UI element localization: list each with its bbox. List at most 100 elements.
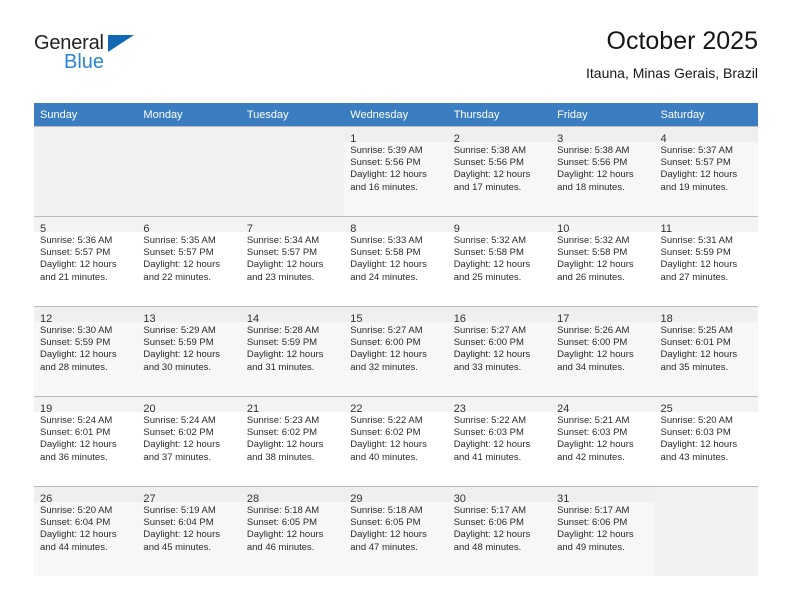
day-number: 18 [660,313,673,325]
calendar-day-cell[interactable]: 21 Sunrise: 5:23 AM Sunset: 6:02 PM Dayligh… [240,396,345,486]
sunrise-time: Sunrise: 5:38 AM [557,145,630,156]
calendar-day-cell[interactable]: 16 Sunrise: 5:27 AM Sunset: 6:00 PM Dayligh… [447,306,552,396]
day-details: Sunrise: 5:34 AM Sunset: 5:57 PM Daylight:… [240,232,345,306]
day-details: Sunrise: 5:24 AM Sunset: 6:02 PM Daylight:… [137,412,241,486]
day-number-bar: 5 [34,217,138,235]
daylight-duration-line1: Daylight: 12 hours [557,259,634,271]
daylight-duration-line2: and 27 minutes. [660,271,729,283]
day-details: Sunrise: 5:32 AM Sunset: 5:58 PM Daylight:… [447,232,552,306]
calendar-day-cell[interactable]: 9 Sunrise: 5:32 AM Sunset: 5:58 PM Daylight… [447,216,552,306]
day-number-bar [240,127,345,142]
sunset-time: Sunset: 5:57 PM [660,157,731,169]
day-number: 27 [143,493,156,505]
calendar-day-cell[interactable]: 2 Sunrise: 5:38 AM Sunset: 5:56 PM Daylight… [447,126,552,216]
calendar-week-row: 26 Sunrise: 5:20 AM Sunset: 6:04 PM Dayligh… [34,486,758,576]
daylight-duration-line1: Daylight: 12 hours [143,349,220,361]
calendar-week-row: 12 Sunrise: 5:30 AM Sunset: 5:59 PM Dayligh… [34,306,758,396]
calendar-day-cell[interactable]: 5 Sunrise: 5:36 AM Sunset: 5:57 PM Daylight… [34,216,138,306]
calendar-day-cell[interactable]: 12 Sunrise: 5:30 AM Sunset: 5:59 PM Dayligh… [34,306,138,396]
calendar-day-cell[interactable]: 18 Sunrise: 5:25 AM Sunset: 6:01 PM Dayligh… [654,306,758,396]
calendar-day-cell[interactable]: 15 Sunrise: 5:27 AM Sunset: 6:00 PM Dayligh… [344,306,448,396]
calendar-day-cell[interactable]: 23 Sunrise: 5:22 AM Sunset: 6:03 PM Dayligh… [447,396,552,486]
calendar-cell-empty [654,486,758,576]
day-number-bar: 13 [137,307,241,325]
calendar-day-cell[interactable]: 29 Sunrise: 5:18 AM Sunset: 6:05 PM Dayligh… [344,486,448,576]
daylight-duration-line1: Daylight: 12 hours [660,259,738,271]
daylight-duration-line1: Daylight: 12 hours [40,259,117,271]
daylight-duration-line2: and 33 minutes. [453,361,522,373]
day-number-bar: 25 [654,397,758,415]
calendar-day-cell[interactable]: 27 Sunrise: 5:19 AM Sunset: 6:04 PM Dayligh… [137,486,241,576]
day-number-bar: 6 [137,217,241,235]
calendar-day-cell[interactable]: 31 Sunrise: 5:17 AM Sunset: 6:06 PM Dayligh… [551,486,655,576]
calendar-page: General Blue October 2025 Itauna, Minas … [0,0,792,612]
day-number: 28 [246,493,260,505]
daylight-duration-line2: and 41 minutes. [453,451,522,463]
calendar-day-cell[interactable]: 19 Sunrise: 5:24 AM Sunset: 6:01 PM Dayligh… [34,396,138,486]
sunrise-time: Sunrise: 5:29 AM [143,325,216,336]
sunrise-time: Sunrise: 5:25 AM [660,325,733,336]
daylight-duration-line2: and 18 minutes. [557,181,625,193]
calendar-cell-empty [137,126,241,216]
sunset-time: Sunset: 6:06 PM [453,517,524,529]
sunset-time: Sunset: 6:02 PM [143,427,214,439]
day-number: 31 [557,493,570,505]
day-number: 4 [660,133,667,145]
sunrise-time: Sunrise: 5:39 AM [350,145,423,156]
calendar-week-row: 1 Sunrise: 5:39 AM Sunset: 5:56 PM Daylight… [34,126,758,216]
general-blue-logo[interactable]: General Blue [34,32,224,88]
day-number-bar [654,487,758,502]
daylight-duration-line1: Daylight: 12 hours [143,259,220,271]
calendar-day-cell[interactable]: 6 Sunrise: 5:35 AM Sunset: 5:57 PM Daylight… [137,216,241,306]
sunset-time: Sunset: 6:03 PM [660,427,731,439]
day-details: Sunrise: 5:30 AM Sunset: 5:59 PM Daylight:… [34,322,138,396]
calendar-day-cell[interactable]: 3 Sunrise: 5:38 AM Sunset: 5:56 PM Daylight… [551,126,655,216]
sunset-time: Sunset: 6:00 PM [453,337,524,349]
calendar-day-cell[interactable]: 20 Sunrise: 5:24 AM Sunset: 6:02 PM Dayligh… [137,396,241,486]
day-number: 19 [40,403,53,415]
day-number: 26 [40,493,53,505]
day-number-bar: 17 [551,307,655,325]
calendar-day-cell[interactable]: 24 Sunrise: 5:21 AM Sunset: 6:03 PM Dayligh… [551,396,655,486]
weekday-header-friday: Friday [551,103,655,126]
sunset-time: Sunset: 6:04 PM [143,517,214,529]
calendar-day-cell[interactable]: 22 Sunrise: 5:22 AM Sunset: 6:02 PM Dayligh… [344,396,448,486]
day-number-bar: 1 [344,127,448,145]
calendar-day-cell[interactable]: 11 Sunrise: 5:31 AM Sunset: 5:59 PM Dayligh… [654,216,758,306]
day-number: 16 [453,313,466,325]
day-details: Sunrise: 5:18 AM Sunset: 6:05 PM Daylight:… [344,502,448,576]
calendar-day-cell[interactable]: 30 Sunrise: 5:17 AM Sunset: 6:06 PM Dayligh… [447,486,552,576]
day-number-bar: 9 [447,217,552,235]
sunset-time: Sunset: 6:03 PM [453,427,524,439]
day-number-bar: 18 [654,307,758,325]
day-details: Sunrise: 5:18 AM Sunset: 6:05 PM Daylight:… [240,502,345,576]
calendar-day-cell[interactable]: 26 Sunrise: 5:20 AM Sunset: 6:04 PM Dayligh… [34,486,138,576]
daylight-duration-line2: and 17 minutes. [453,181,522,193]
day-number-bar: 20 [137,397,241,415]
day-number: 12 [40,313,53,325]
calendar-day-cell[interactable]: 4 Sunrise: 5:37 AM Sunset: 5:57 PM Daylight… [654,126,758,216]
daylight-duration-line2: and 22 minutes. [143,271,212,283]
day-details [240,142,345,216]
calendar-day-cell[interactable]: 13 Sunrise: 5:29 AM Sunset: 5:59 PM Dayligh… [137,306,241,396]
calendar-day-cell[interactable]: 25 Sunrise: 5:20 AM Sunset: 6:03 PM Dayligh… [654,396,758,486]
calendar-day-cell[interactable]: 14 Sunrise: 5:28 AM Sunset: 5:59 PM Dayligh… [240,306,345,396]
calendar-day-cell[interactable]: 8 Sunrise: 5:33 AM Sunset: 5:58 PM Daylight… [344,216,448,306]
daylight-duration-line2: and 34 minutes. [557,361,625,373]
sunrise-time: Sunrise: 5:32 AM [453,235,527,246]
calendar-day-cell[interactable]: 1 Sunrise: 5:39 AM Sunset: 5:56 PM Daylight… [344,126,448,216]
daylight-duration-line1: Daylight: 12 hours [143,529,220,541]
calendar-day-cell[interactable]: 17 Sunrise: 5:26 AM Sunset: 6:00 PM Dayligh… [551,306,655,396]
sunrise-time: Sunrise: 5:26 AM [557,325,630,336]
sunrise-time: Sunrise: 5:34 AM [246,235,320,246]
day-number: 25 [660,403,673,415]
day-details: Sunrise: 5:24 AM Sunset: 6:01 PM Daylight:… [34,412,138,486]
calendar-day-cell[interactable]: 7 Sunrise: 5:34 AM Sunset: 5:57 PM Daylight… [240,216,345,306]
day-details: Sunrise: 5:32 AM Sunset: 5:58 PM Daylight:… [551,232,655,306]
calendar-day-cell[interactable]: 28 Sunrise: 5:18 AM Sunset: 6:05 PM Dayligh… [240,486,345,576]
day-details: Sunrise: 5:36 AM Sunset: 5:57 PM Daylight:… [34,232,138,306]
daylight-duration-line2: and 46 minutes. [246,541,315,553]
sunrise-time: Sunrise: 5:19 AM [143,505,216,516]
daylight-duration-line2: and 43 minutes. [660,451,729,463]
calendar-day-cell[interactable]: 10 Sunrise: 5:32 AM Sunset: 5:58 PM Dayligh… [551,216,655,306]
